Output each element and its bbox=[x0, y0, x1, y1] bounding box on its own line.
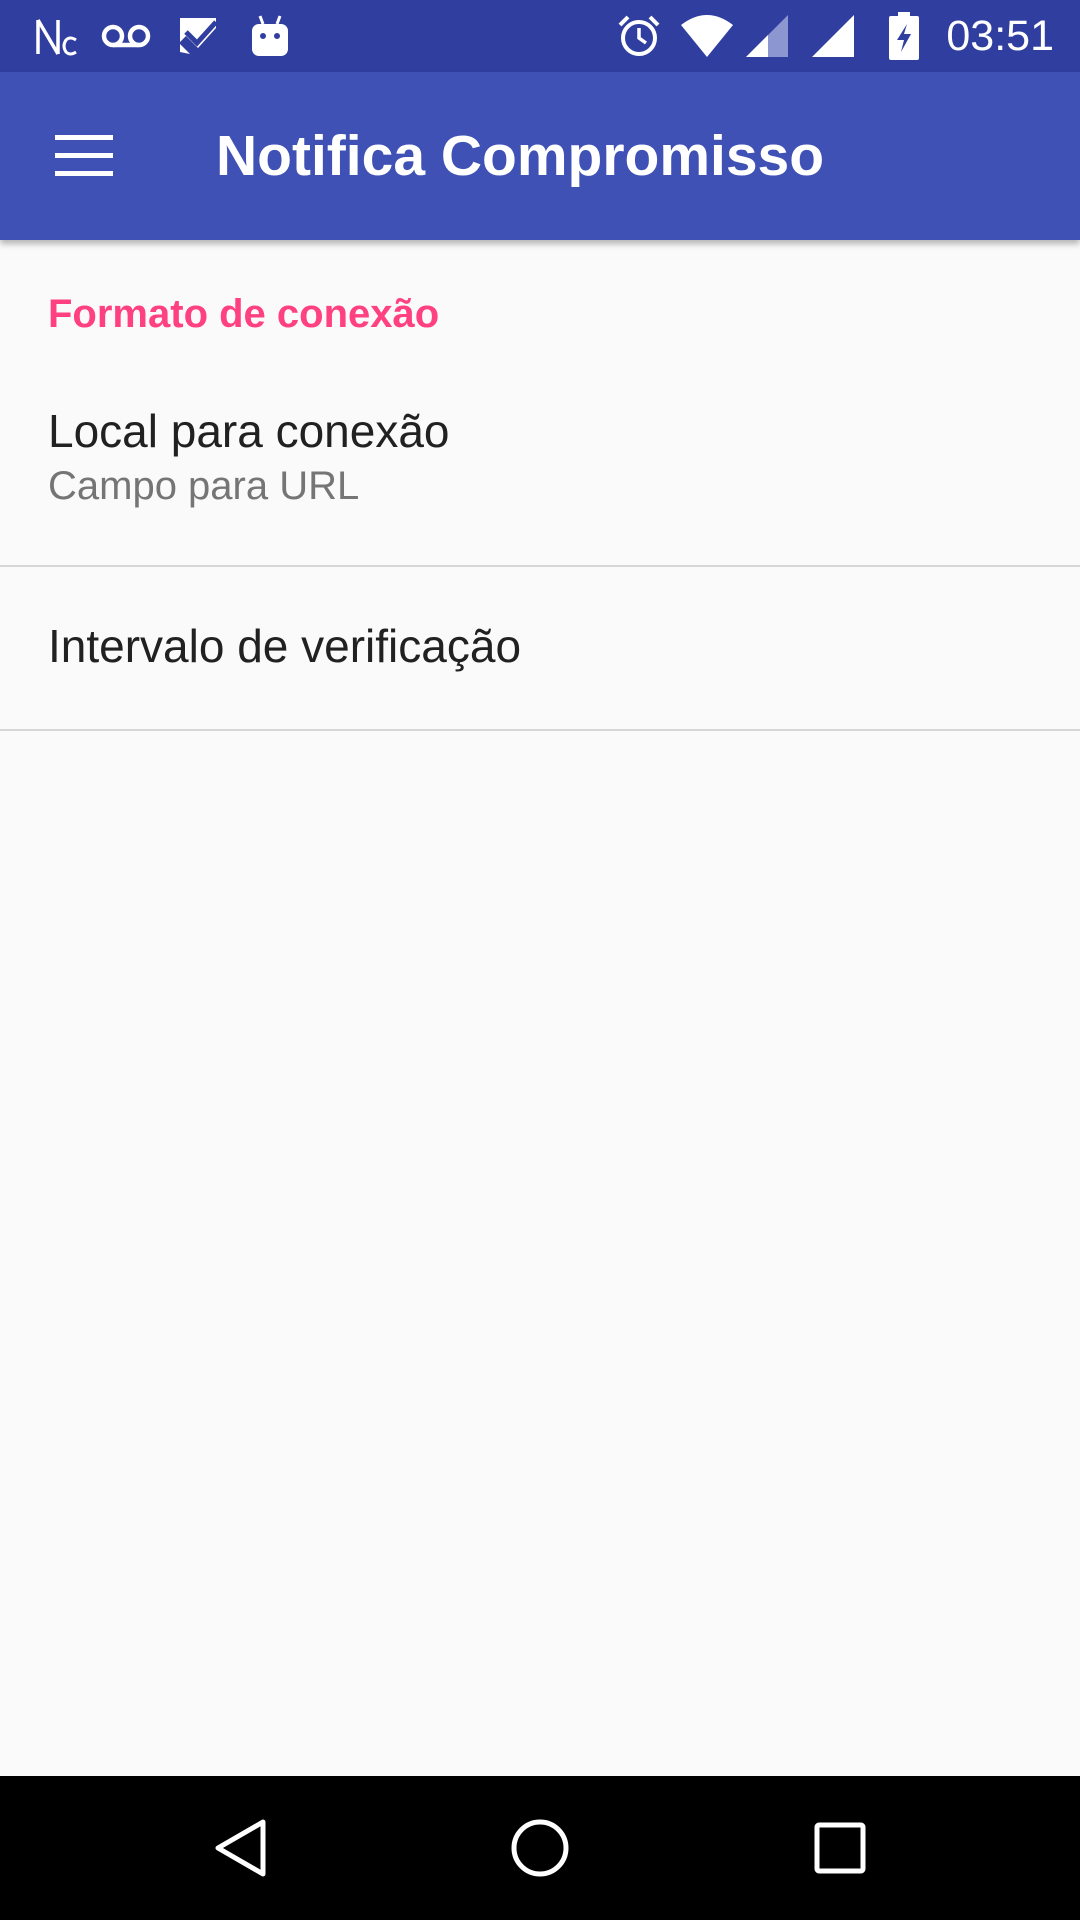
divider bbox=[0, 729, 1080, 731]
check-app-icon bbox=[176, 12, 222, 60]
alarm-icon bbox=[616, 12, 662, 60]
recents-icon bbox=[814, 1822, 866, 1874]
preference-item-intervalo-verificacao[interactable]: Intervalo de verificação bbox=[0, 567, 1080, 729]
page-title: Notifica Compromisso bbox=[216, 124, 825, 188]
android-icon bbox=[250, 12, 290, 60]
preference-summary: Campo para URL bbox=[48, 464, 360, 508]
status-bar: 03:51 bbox=[0, 0, 1080, 72]
preference-title: Intervalo de verificação bbox=[48, 620, 522, 672]
recents-button[interactable] bbox=[780, 1800, 900, 1896]
signal-icon bbox=[744, 12, 790, 60]
app-bar: Notifica Compromisso bbox=[0, 72, 1080, 240]
screen: 03:51 Notifica Compromisso Formato de co… bbox=[0, 0, 1080, 1920]
back-icon bbox=[215, 1819, 266, 1877]
nc-icon bbox=[34, 12, 78, 60]
wifi-icon bbox=[680, 12, 734, 60]
preference-title: Local para conexão bbox=[48, 405, 450, 457]
signal-icon bbox=[810, 12, 856, 60]
navigation-bar bbox=[0, 1776, 1080, 1920]
menu-icon bbox=[55, 135, 113, 176]
preference-category-title: Formato de conexão bbox=[48, 292, 440, 336]
status-time: 03:51 bbox=[946, 12, 1054, 60]
battery-charging-icon bbox=[888, 12, 920, 60]
home-button[interactable] bbox=[480, 1800, 600, 1896]
back-button[interactable] bbox=[181, 1800, 301, 1896]
voicemail-icon bbox=[100, 12, 152, 60]
menu-button[interactable] bbox=[28, 108, 140, 204]
preference-item-local-conexao[interactable]: Local para conexão Campo para URL bbox=[0, 386, 1080, 554]
home-icon bbox=[511, 1819, 569, 1877]
